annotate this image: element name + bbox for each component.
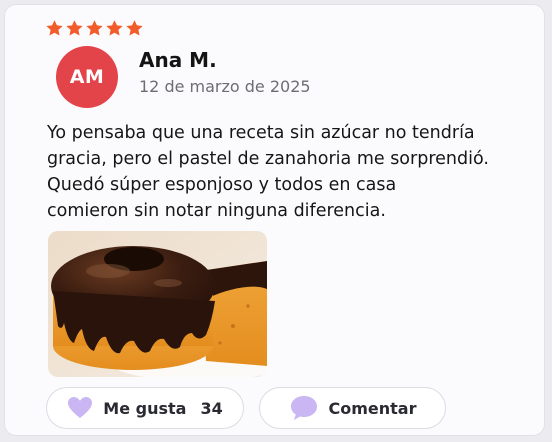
reviewer-name: Ana M. — [139, 48, 217, 72]
comment-button[interactable]: Comentar — [259, 387, 446, 429]
star-icon — [46, 20, 63, 36]
star-icon — [126, 20, 143, 36]
star-icon — [106, 20, 123, 36]
like-button[interactable]: Me gusta 34 — [46, 387, 244, 429]
star-icon — [66, 20, 83, 36]
star-rating — [45, 19, 144, 38]
star-icon — [86, 20, 103, 36]
heart-icon — [68, 397, 93, 418]
review-text-line: Yo pensaba que una receta sin azúcar no … — [47, 123, 475, 143]
avatar-initials: AM — [69, 66, 105, 88]
comment-label: Comentar — [328, 398, 417, 418]
review-text-line: Quedó súper esponjoso y todos en casa — [47, 175, 397, 195]
review-text-line: comieron sin notar ninguna diferencia. — [47, 201, 386, 221]
review-text: Yo pensaba que una receta sin azúcar no … — [47, 120, 517, 224]
avatar: AM — [56, 46, 118, 108]
speech-bubble-icon — [290, 396, 317, 420]
review-date: 12 de marzo de 2025 — [139, 77, 311, 96]
like-count: 34 — [200, 398, 223, 418]
like-label: Me gusta — [103, 398, 187, 418]
review-photo — [48, 231, 267, 377]
review-text-line: gracia, pero el pastel de zanahoria me s… — [47, 149, 489, 169]
review-card: AM Ana M. 12 de marzo de 2025 Yo pensaba… — [4, 4, 545, 436]
